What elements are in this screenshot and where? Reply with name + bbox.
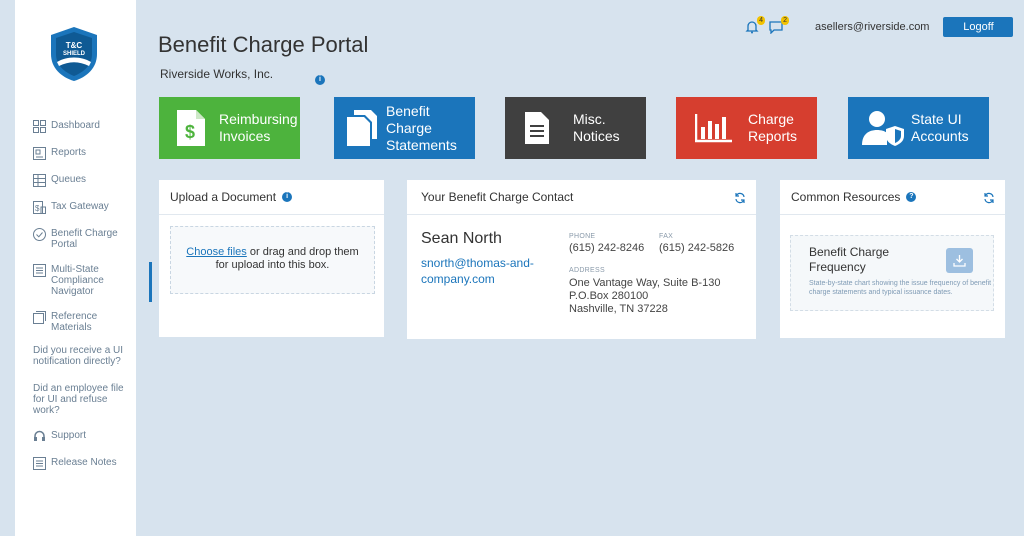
messages-count: 2: [781, 16, 789, 25]
check-circle-icon: [33, 228, 46, 241]
phone-value: (615) 242-8246: [569, 242, 645, 254]
sidebar-item-label: Release Notes: [51, 457, 117, 468]
sidebar-item-label: Dashboard: [51, 120, 100, 131]
tile-label-line2: Notices: [573, 128, 620, 144]
page-title: Benefit Charge Portal: [158, 32, 369, 57]
sidebar-question-refuse-work[interactable]: Did an employee file for UI and refuse w…: [33, 383, 133, 416]
logo-line1: T&C: [65, 41, 83, 50]
queues-icon: [33, 174, 46, 187]
refresh-icon[interactable]: [734, 192, 746, 204]
user-email[interactable]: asellers@riverside.com: [815, 21, 929, 33]
tile-label-line1: Benefit Charge: [386, 102, 432, 136]
sidebar-nav: Dashboard Reports Queues $ Tax Gateway B…: [33, 120, 152, 484]
user-shield-icon: [862, 111, 904, 146]
sidebar-item-label: Queues: [51, 174, 87, 185]
tile-label-line1: Misc.: [573, 111, 606, 127]
notifications-count: 4: [757, 16, 765, 25]
info-icon[interactable]: i: [282, 192, 293, 202]
svg-text:$: $: [35, 204, 40, 213]
upload-card-title: Upload a Document: [170, 190, 277, 204]
address-line3: Nashville, TN 37228: [569, 303, 668, 315]
refresh-icon[interactable]: [983, 192, 995, 204]
upload-card: Upload a Document i Choose files or drag…: [159, 180, 384, 337]
sidebar-item-label: Reports: [51, 147, 87, 158]
address-label: ADDRESS: [569, 267, 605, 274]
sidebar-item-reports[interactable]: Reports: [33, 147, 133, 160]
resources-card-title: Common Resources: [791, 190, 901, 204]
sidebar-question-ui-notification[interactable]: Did you receive a UI notification direct…: [33, 345, 133, 367]
reference-icon: [33, 311, 46, 324]
tile-label-line1: State UI: [911, 111, 962, 127]
contact-card-header: Your Benefit Charge Contact: [407, 180, 756, 215]
tile-state-ui-accounts[interactable]: State UI Accounts: [848, 97, 989, 159]
company-info-icon[interactable]: i: [315, 68, 325, 86]
phone-label: PHONE: [569, 233, 596, 240]
fax-label: FAX: [659, 233, 674, 240]
tile-benefit-charge-statements[interactable]: Benefit Charge Statements: [334, 97, 475, 159]
contact-name: Sean North: [421, 230, 502, 247]
tile-charge-reports[interactable]: Charge Reports: [676, 97, 817, 159]
documents-icon: [347, 110, 377, 146]
fax-value: (615) 242-5826: [659, 242, 735, 254]
contact-card: Your Benefit Charge Contact Sean North s…: [407, 180, 756, 339]
top-bar: 4 2 asellers@riverside.com Logoff: [745, 16, 1014, 37]
sidebar-item-benefit-charge-portal[interactable]: Benefit Charge Portal: [33, 228, 133, 250]
tile-label-line2: Statements: [386, 136, 457, 153]
notes-icon: [33, 457, 46, 470]
invoice-icon: $: [177, 110, 205, 146]
tc-shield-logo[interactable]: T&C SHIELD: [49, 26, 99, 82]
sidebar-item-release-notes[interactable]: Release Notes: [33, 457, 133, 470]
download-icon: [953, 255, 966, 267]
download-button[interactable]: [946, 248, 973, 273]
tile-label-line1: Reimbursing: [219, 111, 298, 127]
sidebar-item-label: Support: [51, 430, 87, 441]
dashboard-icon: [33, 120, 46, 133]
resource-description: State-by-state chart showing the issue f…: [809, 280, 992, 296]
address-line2: P.O.Box 280100: [569, 290, 649, 302]
bar-chart-icon: [695, 114, 732, 143]
tile-label-line1: Charge: [748, 111, 794, 127]
svg-text:$: $: [185, 122, 195, 142]
reports-icon: [33, 147, 46, 160]
sidebar-item-label: Tax Gateway: [51, 201, 109, 212]
sidebar-item-tax-gateway[interactable]: $ Tax Gateway: [33, 201, 133, 214]
navigator-icon: [33, 264, 46, 277]
tile-reimbursing-invoices[interactable]: $ Reimbursing Invoices: [159, 97, 300, 159]
contact-card-title: Your Benefit Charge Contact: [421, 190, 574, 204]
upload-instructions-1: or drag and drop them: [246, 246, 359, 258]
headset-icon: [34, 430, 45, 441]
upload-card-header: Upload a Document i: [159, 180, 384, 215]
upload-dropzone[interactable]: Choose files or drag and drop them for u…: [170, 226, 375, 294]
tile-label-line2: Accounts: [911, 128, 969, 144]
sidebar: T&C SHIELD Dashboard Reports Queues $ Ta…: [15, 0, 152, 536]
sidebar-item-label: Benefit Charge Portal: [51, 228, 118, 250]
notifications-button[interactable]: 4: [745, 16, 765, 34]
resource-item[interactable]: Benefit Charge Frequency State-by-state …: [790, 235, 994, 311]
sidebar-item-label: Reference Materials: [51, 311, 98, 333]
choose-files-link[interactable]: Choose files: [186, 246, 247, 258]
tax-gateway-icon: $: [33, 201, 46, 214]
sidebar-item-multi-state-navigator[interactable]: Multi-State Compliance Navigator: [33, 262, 152, 302]
notice-icon: [525, 112, 549, 144]
resources-card-header: Common Resources ?: [780, 180, 1005, 215]
logoff-button[interactable]: Logoff: [943, 17, 1014, 37]
upload-instructions-2: for upload into this box.: [215, 259, 330, 271]
logo-line2: SHIELD: [62, 51, 85, 57]
sidebar-item-dashboard[interactable]: Dashboard: [33, 120, 133, 133]
address-line1: One Vantage Way, Suite B-130: [569, 277, 721, 289]
sidebar-item-reference-materials[interactable]: Reference Materials: [33, 311, 133, 333]
tile-misc-notices[interactable]: Misc. Notices: [505, 97, 646, 159]
messages-button[interactable]: 2: [769, 16, 789, 35]
sidebar-item-support[interactable]: Support: [33, 430, 133, 443]
sidebar-item-label: Multi-State Compliance Navigator: [51, 264, 104, 297]
contact-email-link[interactable]: snorth@thomas-and-company.com: [421, 255, 561, 287]
sidebar-item-queues[interactable]: Queues: [33, 174, 133, 187]
resources-card: Common Resources ? Benefit Charge Freque…: [780, 180, 1005, 338]
tile-label-line2: Reports: [748, 128, 798, 144]
tile-label-line2: Invoices: [219, 128, 271, 144]
help-icon[interactable]: ?: [906, 192, 917, 202]
resource-title: Benefit Charge Frequency: [809, 245, 890, 274]
company-name: Riverside Works, Inc.: [160, 67, 274, 81]
